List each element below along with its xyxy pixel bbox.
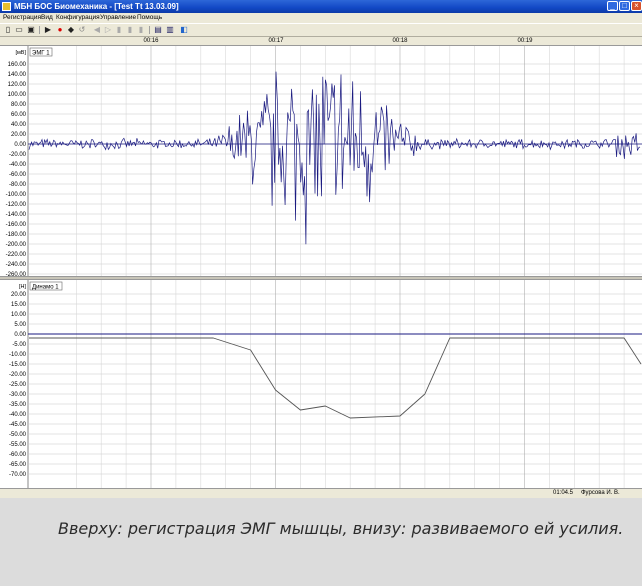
y-tick-label: 140.00 [8,72,27,78]
y-tick-label: 120.00 [8,82,27,88]
forward-icon[interactable]: ▮ [115,26,123,34]
y-tick-label: -100.00 [6,192,27,198]
y-tick-label: -35.00 [9,402,27,408]
y-tick-label: -70.00 [9,472,27,478]
y-tick-label: -20.00 [9,152,27,158]
y-tick-label: -60.00 [9,172,27,178]
caption-area: Вверху: регистрация ЭМГ мышцы, внизу: ра… [0,498,642,586]
y-tick-label: -80.00 [9,182,27,188]
new-file-icon[interactable]: ▯ [4,26,12,34]
toolbar: ▯ ▭ ▣ ▶ ● ◆ ↺ ◀ ▷ ▮ ▮ ▮ ▤ ▥ ◧ [0,23,642,37]
time-axis: 00:16 00:17 00:18 00:19 [0,37,642,46]
step-icon[interactable]: ◆ [67,26,75,34]
y-tick-label: 60.00 [11,112,27,118]
y-tick-label: 0.00 [14,142,26,148]
y-tick-label: 100.00 [8,92,27,98]
record-icon[interactable]: ● [56,26,64,34]
y-tick-label: -10.00 [9,352,27,358]
close-button[interactable]: × [631,1,642,11]
y-tick-label: -45.00 [9,422,27,428]
graph-icon[interactable]: ▥ [166,26,174,34]
y-tick-label: 40.00 [11,122,27,128]
pause-icon[interactable]: ▷ [104,26,112,34]
y-tick-label: -55.00 [9,442,27,448]
export-icon[interactable]: ◧ [180,26,188,34]
menu-help[interactable]: Помощь [137,13,162,23]
emg-signal-line [28,71,641,245]
y-tick-label: -5.00 [12,342,26,348]
time-tick: 00:16 [143,38,159,44]
y-tick-label: -40.00 [9,162,27,168]
y-tick-label: -120.00 [6,202,27,208]
unit-label: [мВ] [15,50,26,56]
figure-caption: Вверху: регистрация ЭМГ мышцы, внизу: ра… [58,519,624,538]
y-tick-label: -25.00 [9,382,27,388]
menu-control[interactable]: Управление [100,13,136,23]
y-tick-label: 160.00 [8,62,27,68]
dynamometer-panel[interactable]: 20.00 15.00 10.00 5.00 0.00 -5.00 -10.00 -15.00… [0,280,642,488]
time-tick: 00:17 [268,38,284,44]
settings-icon[interactable]: ▤ [154,26,162,34]
y-tick-label: 15.00 [11,302,27,308]
status-user: Фурсова И. В. [581,490,620,496]
y-tick-label: -30.00 [9,392,27,398]
window-title: МБН БОС Биомеханика - [Test Tt 13.03.09] [14,2,179,11]
y-tick-label: -140.00 [6,212,27,218]
pause-icon-2[interactable]: ▮ [137,26,145,34]
app-icon [2,2,11,11]
y-tick-label: -20.00 [9,372,27,378]
y-tick-label: -180.00 [6,232,27,238]
open-icon[interactable]: ▭ [15,26,23,34]
title-bar[interactable]: МБН БОС Биомеханика - [Test Tt 13.03.09]… [0,0,642,13]
toolbar-separator-2 [149,26,150,34]
y-tick-label: 20.00 [11,132,27,138]
time-tick: 00:19 [517,38,533,44]
channel-label: Динамо 1 [32,284,59,290]
y-tick-label: -50.00 [9,432,27,438]
save-icon[interactable]: ▣ [27,26,35,34]
back-icon[interactable]: ◀ [93,26,101,34]
y-tick-label: -15.00 [9,362,27,368]
y-tick-label: -40.00 [9,412,27,418]
dynamometer-chart: 20.00 15.00 10.00 5.00 0.00 -5.00 -10.00 -15.00… [0,280,642,488]
emg-chart: 160.00 140.00 120.00 100.00 80.00 60.00 40.00 2… [0,46,642,276]
emg-panel[interactable]: 160.00 140.00 120.00 100.00 80.00 60.00 40.00 2… [0,46,642,276]
menu-bar: Регистрация Вид Конфигурация Управление … [0,13,642,23]
app-window: МБН БОС Биомеханика - [Test Tt 13.03.09]… [0,0,642,498]
y-tick-label: -240.00 [6,262,27,268]
unit-label: [Н] [19,284,27,290]
channel-label: ЭМГ 1 [32,50,50,56]
y-tick-label: 10.00 [11,312,27,318]
status-time: 01:04.5 [553,490,574,496]
y-tick-label: -160.00 [6,222,27,228]
y-tick-label: -65.00 [9,462,27,468]
menu-configuration[interactable]: Конфигурация [56,13,100,23]
toolbar-separator [39,26,40,34]
play-icon[interactable]: ▶ [44,26,52,34]
y-tick-label: 80.00 [11,102,27,108]
y-tick-label: 5.00 [14,322,26,328]
y-tick-label: 0.00 [14,332,26,338]
y-tick-label: 20.00 [11,292,27,298]
minimize-button[interactable]: _ [607,1,618,11]
menu-view[interactable]: Вид [41,13,53,23]
time-tick: 00:18 [392,38,408,44]
end-icon[interactable]: ▮ [126,26,134,34]
y-tick-label: -200.00 [6,242,27,248]
maximize-button[interactable]: □ [619,1,630,11]
y-tick-label: -220.00 [6,252,27,258]
menu-registration[interactable]: Регистрация [3,13,41,23]
status-bar: 01:04.5 Фурсова И. В. [0,488,642,498]
rewind-icon[interactable]: ↺ [78,26,86,34]
y-tick-label: -60.00 [9,452,27,458]
